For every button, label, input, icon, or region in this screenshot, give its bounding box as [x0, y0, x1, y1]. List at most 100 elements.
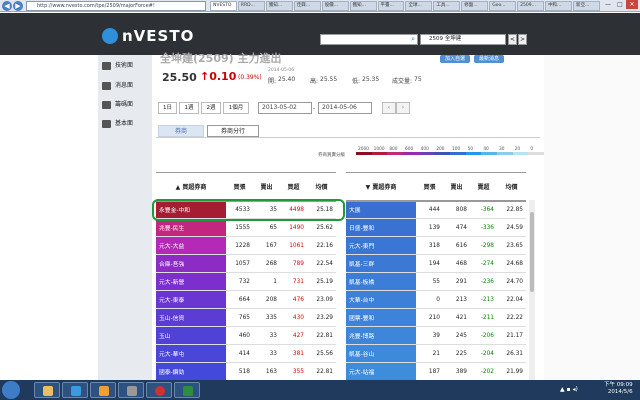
broker-name[interactable]: 元大-大益 [156, 236, 226, 255]
taskbar-excel[interactable] [174, 382, 200, 398]
table-row[interactable]: 大華-台中 0 213 -213 22.04 [346, 290, 526, 309]
browser-tab[interactable]: 修盤... [461, 1, 489, 11]
table-row[interactable]: 國票-豐和 210 421 -211 22.22 [346, 308, 526, 327]
broker-name[interactable]: 元大-東泰 [156, 290, 226, 309]
broker-name[interactable]: 合庫-吾強 [156, 254, 226, 273]
table-row[interactable]: 玉山-信資 765 335 430 23.29 [156, 308, 336, 327]
table-row[interactable]: 大展 444 808 -364 22.85 [346, 200, 526, 219]
buy-header-avg[interactable]: 均價 [307, 172, 336, 202]
search-input[interactable]: ⌕ [320, 34, 418, 45]
buy-header-broker[interactable]: ▲ 買超券商 [156, 172, 226, 202]
maximize-button[interactable]: □ [614, 0, 626, 9]
table-row[interactable]: 國泰-鑽勁 518 163 355 22.81 [156, 362, 336, 381]
browser-tab[interactable]: 工具... [433, 1, 461, 11]
date-from-input[interactable]: 2013-05-02 [258, 102, 312, 114]
broker-name[interactable]: 大展 [346, 200, 416, 219]
table-row[interactable]: 元大-華屯 414 33 381 25.56 [156, 344, 336, 363]
table-row[interactable]: 凱基-谷山 21 225 -204 26.31 [346, 344, 526, 363]
browser-tab[interactable]: 全球... [405, 1, 433, 11]
browser-tab[interactable]: 新亞... [572, 1, 600, 11]
broker-name[interactable]: 元大-東門 [346, 236, 416, 255]
broker-name[interactable]: 元大-新營 [156, 272, 226, 291]
scrollbar-thumb[interactable] [530, 212, 534, 292]
date-prev-button[interactable]: ‹ [382, 102, 396, 114]
tab-broker[interactable]: 券商 [158, 125, 204, 137]
range-1d-button[interactable]: 1日 [158, 102, 177, 114]
table-row[interactable]: 凱基-三群 194 468 -274 24.68 [346, 254, 526, 273]
tray-icons[interactable]: ▲ ▪ ◂) [560, 386, 578, 393]
taskbar-explorer[interactable] [34, 382, 60, 398]
date-to-input[interactable]: 2014-05-06 [318, 102, 372, 114]
start-button[interactable] [2, 381, 20, 399]
add-watchlist-button[interactable]: 加入自選 [440, 55, 470, 63]
browser-tab[interactable]: 平臺... [377, 1, 405, 11]
sidebar-item-chips[interactable]: 籌碼面 [98, 98, 152, 112]
table-row[interactable]: 凱基-板橋 55 291 -236 24.70 [346, 272, 526, 291]
table-row[interactable]: 元大-東泰 664 208 476 23.09 [156, 290, 336, 309]
buy-header-net[interactable]: 買超 [280, 172, 307, 202]
address-bar[interactable]: http://www.nvesto.com/tpe/2509/majorForc… [26, 1, 206, 11]
table-row[interactable]: 元大-東門 318 616 -298 23.65 [346, 236, 526, 255]
browser-tab[interactable]: RRD... [237, 1, 265, 11]
stock-select[interactable]: 2509 全坤建 [420, 34, 506, 45]
broker-name[interactable]: 凱基-三群 [346, 254, 416, 273]
broker-name[interactable]: 元大-站福 [346, 362, 416, 381]
table-row[interactable]: 玉山 460 33 427 22.81 [156, 326, 336, 345]
buy-header-buy[interactable]: 買張 [226, 172, 253, 202]
broker-name[interactable]: 國泰-鑽勁 [156, 362, 226, 381]
browser-tab[interactable]: 獲知... [349, 1, 377, 11]
browser-tab[interactable]: 獲知... [265, 1, 293, 11]
browser-tab[interactable]: 佳興... [293, 1, 321, 11]
range-1w-button[interactable]: 1週 [179, 102, 199, 114]
table-row[interactable]: 日盛-豐和 139 474 -336 24.59 [346, 218, 526, 237]
site-logo[interactable]: nVESTO [122, 27, 194, 45]
range-2w-button[interactable]: 2週 [201, 102, 221, 114]
sidebar-item-news[interactable]: 消息面 [98, 79, 152, 93]
next-stock-button[interactable]: > [518, 34, 527, 45]
taskbar-app[interactable] [118, 382, 144, 398]
browser-tab[interactable]: 股價... [321, 1, 349, 11]
sell-header-broker[interactable]: ▼ 賣超券商 [346, 172, 416, 202]
range-1m-button[interactable]: 1個月 [223, 102, 249, 114]
broker-name[interactable]: 凱基-谷山 [346, 344, 416, 363]
forward-button[interactable]: ▶ [13, 1, 23, 11]
browser-tab[interactable]: NVESTO [210, 1, 237, 11]
table-row[interactable]: 元大-大益 1228 167 1061 22.16 [156, 236, 336, 255]
table-row[interactable]: 兆豐-博路 39 245 -206 21.17 [346, 326, 526, 345]
broker-name[interactable]: 大華-台中 [346, 290, 416, 309]
broker-name[interactable]: 玉山 [156, 326, 226, 345]
broker-name[interactable]: 元大-華屯 [156, 344, 226, 363]
broker-name[interactable]: 玉山-信資 [156, 308, 226, 327]
close-button[interactable]: ✕ [626, 0, 638, 9]
browser-tab[interactable]: 2509... [517, 1, 545, 11]
buy-header-sell[interactable]: 賣出 [253, 172, 280, 202]
browser-tab[interactable]: Goo... [489, 1, 517, 11]
date-next-button[interactable]: › [396, 102, 410, 114]
table-row[interactable]: 元大-站福 187 389 -202 21.99 [346, 362, 526, 381]
broker-name[interactable]: 凱基-板橋 [346, 272, 416, 291]
table-row[interactable]: 元大-新營 732 1 731 25.19 [156, 272, 336, 291]
table-scrollbar[interactable] [529, 200, 535, 385]
broker-name[interactable]: 兆豐-博路 [346, 326, 416, 345]
back-button[interactable]: ◀ [2, 1, 12, 11]
broker-name[interactable]: 兆豐-民生 [156, 218, 226, 237]
broker-name[interactable]: 日盛-豐和 [346, 218, 416, 237]
sell-header-buy[interactable]: 買張 [416, 172, 443, 202]
tab-broker-branch[interactable]: 券商分行 [207, 125, 259, 137]
prev-stock-button[interactable]: < [508, 34, 517, 45]
taskbar-media[interactable] [90, 382, 116, 398]
latest-news-button[interactable]: 最新消息 [474, 55, 504, 63]
minimize-button[interactable]: — [602, 0, 614, 9]
broker-name[interactable]: 國票-豐和 [346, 308, 416, 327]
sidebar-item-technical[interactable]: 技術面 [98, 59, 152, 73]
sidebar-item-fundamental[interactable]: 基本面 [98, 117, 152, 131]
sell-header-net[interactable]: 賣超 [470, 172, 497, 202]
taskbar-chrome[interactable] [146, 382, 172, 398]
table-row[interactable]: 合庫-吾強 1057 268 789 22.54 [156, 254, 336, 273]
browser-tab[interactable]: 中和... [545, 1, 572, 11]
sell-header-avg[interactable]: 均價 [497, 172, 526, 202]
taskbar-ie[interactable] [62, 382, 88, 398]
table-row[interactable]: 兆豐-民生 1555 65 1490 25.62 [156, 218, 336, 237]
sell-header-sell[interactable]: 賣出 [443, 172, 470, 202]
search-icon[interactable]: ⌕ [411, 35, 415, 44]
